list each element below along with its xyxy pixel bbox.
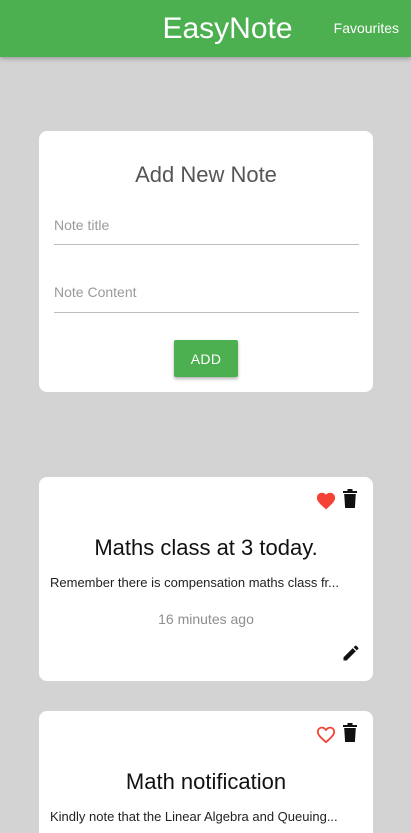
note-title: Maths class at 3 today. bbox=[94, 535, 318, 560]
note-card: Math notification Kindly note that the L… bbox=[39, 711, 373, 833]
heart-filled-icon[interactable] bbox=[315, 490, 337, 510]
add-note-card: Add New Note ADD bbox=[39, 131, 373, 392]
app-header: EasyNote Favourites bbox=[0, 0, 411, 57]
trash-icon[interactable] bbox=[343, 489, 357, 509]
note-title: Math notification bbox=[125, 769, 287, 794]
add-note-heading: Add New Note bbox=[135, 162, 277, 187]
note-content-input[interactable] bbox=[54, 281, 359, 313]
note-timestamp: 16 minutes ago bbox=[158, 611, 254, 627]
heart-outline-icon[interactable] bbox=[315, 724, 337, 744]
add-note-button[interactable]: ADD bbox=[174, 340, 238, 377]
note-content: Kindly note that the Linear Algebra and … bbox=[50, 809, 338, 824]
note-content: Remember there is compensation maths cla… bbox=[50, 575, 340, 590]
note-title-input[interactable] bbox=[54, 215, 359, 245]
pencil-icon[interactable] bbox=[341, 643, 361, 663]
note-card: Maths class at 3 today. Remember there i… bbox=[39, 477, 373, 681]
trash-icon[interactable] bbox=[343, 723, 357, 743]
favourites-link[interactable]: Favourites bbox=[334, 20, 399, 36]
